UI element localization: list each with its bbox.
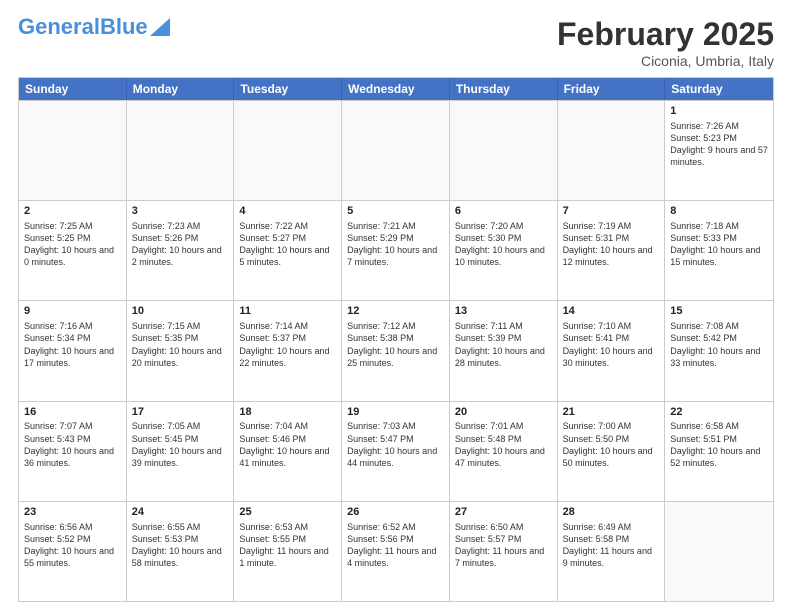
day-17: 17 Sunrise: 7:05 AM Sunset: 5:45 PM Dayl… <box>127 402 235 501</box>
header: GeneralBlue February 2025 Ciconia, Umbri… <box>18 16 774 69</box>
empty-cell <box>127 101 235 200</box>
week-row-3: 9 Sunrise: 7:16 AM Sunset: 5:34 PM Dayli… <box>19 300 773 400</box>
day-20: 20 Sunrise: 7:01 AM Sunset: 5:48 PM Dayl… <box>450 402 558 501</box>
header-thursday: Thursday <box>450 78 558 100</box>
day-19: 19 Sunrise: 7:03 AM Sunset: 5:47 PM Dayl… <box>342 402 450 501</box>
day-14: 14 Sunrise: 7:10 AM Sunset: 5:41 PM Dayl… <box>558 301 666 400</box>
logo-blue: Blue <box>100 14 148 39</box>
page: GeneralBlue February 2025 Ciconia, Umbri… <box>0 0 792 612</box>
empty-cell <box>558 101 666 200</box>
day-3: 3 Sunrise: 7:23 AM Sunset: 5:26 PM Dayli… <box>127 201 235 300</box>
empty-cell-end <box>665 502 773 601</box>
header-saturday: Saturday <box>665 78 773 100</box>
calendar: Sunday Monday Tuesday Wednesday Thursday… <box>18 77 774 602</box>
empty-cell <box>234 101 342 200</box>
header-monday: Monday <box>127 78 235 100</box>
day-23: 23 Sunrise: 6:56 AM Sunset: 5:52 PM Dayl… <box>19 502 127 601</box>
day-4: 4 Sunrise: 7:22 AM Sunset: 5:27 PM Dayli… <box>234 201 342 300</box>
day-22: 22 Sunrise: 6:58 AM Sunset: 5:51 PM Dayl… <box>665 402 773 501</box>
location: Ciconia, Umbria, Italy <box>557 53 774 69</box>
day-8: 8 Sunrise: 7:18 AM Sunset: 5:33 PM Dayli… <box>665 201 773 300</box>
month-title: February 2025 <box>557 16 774 53</box>
day-10: 10 Sunrise: 7:15 AM Sunset: 5:35 PM Dayl… <box>127 301 235 400</box>
day-28: 28 Sunrise: 6:49 AM Sunset: 5:58 PM Dayl… <box>558 502 666 601</box>
day-9: 9 Sunrise: 7:16 AM Sunset: 5:34 PM Dayli… <box>19 301 127 400</box>
week-row-5: 23 Sunrise: 6:56 AM Sunset: 5:52 PM Dayl… <box>19 501 773 601</box>
logo-general: General <box>18 14 100 39</box>
day-13: 13 Sunrise: 7:11 AM Sunset: 5:39 PM Dayl… <box>450 301 558 400</box>
week-row-2: 2 Sunrise: 7:25 AM Sunset: 5:25 PM Dayli… <box>19 200 773 300</box>
day-15: 15 Sunrise: 7:08 AM Sunset: 5:42 PM Dayl… <box>665 301 773 400</box>
calendar-body: 1 Sunrise: 7:26 AM Sunset: 5:23 PM Dayli… <box>19 100 773 601</box>
week-row-1: 1 Sunrise: 7:26 AM Sunset: 5:23 PM Dayli… <box>19 100 773 200</box>
day-12: 12 Sunrise: 7:12 AM Sunset: 5:38 PM Dayl… <box>342 301 450 400</box>
logo: GeneralBlue <box>18 16 170 38</box>
day-5: 5 Sunrise: 7:21 AM Sunset: 5:29 PM Dayli… <box>342 201 450 300</box>
day-11: 11 Sunrise: 7:14 AM Sunset: 5:37 PM Dayl… <box>234 301 342 400</box>
day-7: 7 Sunrise: 7:19 AM Sunset: 5:31 PM Dayli… <box>558 201 666 300</box>
day-18: 18 Sunrise: 7:04 AM Sunset: 5:46 PM Dayl… <box>234 402 342 501</box>
logo-icon <box>150 18 170 36</box>
empty-cell <box>19 101 127 200</box>
header-sunday: Sunday <box>19 78 127 100</box>
header-friday: Friday <box>558 78 666 100</box>
day-6: 6 Sunrise: 7:20 AM Sunset: 5:30 PM Dayli… <box>450 201 558 300</box>
day-27: 27 Sunrise: 6:50 AM Sunset: 5:57 PM Dayl… <box>450 502 558 601</box>
day-16: 16 Sunrise: 7:07 AM Sunset: 5:43 PM Dayl… <box>19 402 127 501</box>
day-25: 25 Sunrise: 6:53 AM Sunset: 5:55 PM Dayl… <box>234 502 342 601</box>
empty-cell <box>450 101 558 200</box>
empty-cell <box>342 101 450 200</box>
day-1: 1 Sunrise: 7:26 AM Sunset: 5:23 PM Dayli… <box>665 101 773 200</box>
week-row-4: 16 Sunrise: 7:07 AM Sunset: 5:43 PM Dayl… <box>19 401 773 501</box>
title-block: February 2025 Ciconia, Umbria, Italy <box>557 16 774 69</box>
day-2: 2 Sunrise: 7:25 AM Sunset: 5:25 PM Dayli… <box>19 201 127 300</box>
day-24: 24 Sunrise: 6:55 AM Sunset: 5:53 PM Dayl… <box>127 502 235 601</box>
header-wednesday: Wednesday <box>342 78 450 100</box>
logo-text: GeneralBlue <box>18 16 148 38</box>
header-tuesday: Tuesday <box>234 78 342 100</box>
calendar-header: Sunday Monday Tuesday Wednesday Thursday… <box>19 78 773 100</box>
day-21: 21 Sunrise: 7:00 AM Sunset: 5:50 PM Dayl… <box>558 402 666 501</box>
day-26: 26 Sunrise: 6:52 AM Sunset: 5:56 PM Dayl… <box>342 502 450 601</box>
